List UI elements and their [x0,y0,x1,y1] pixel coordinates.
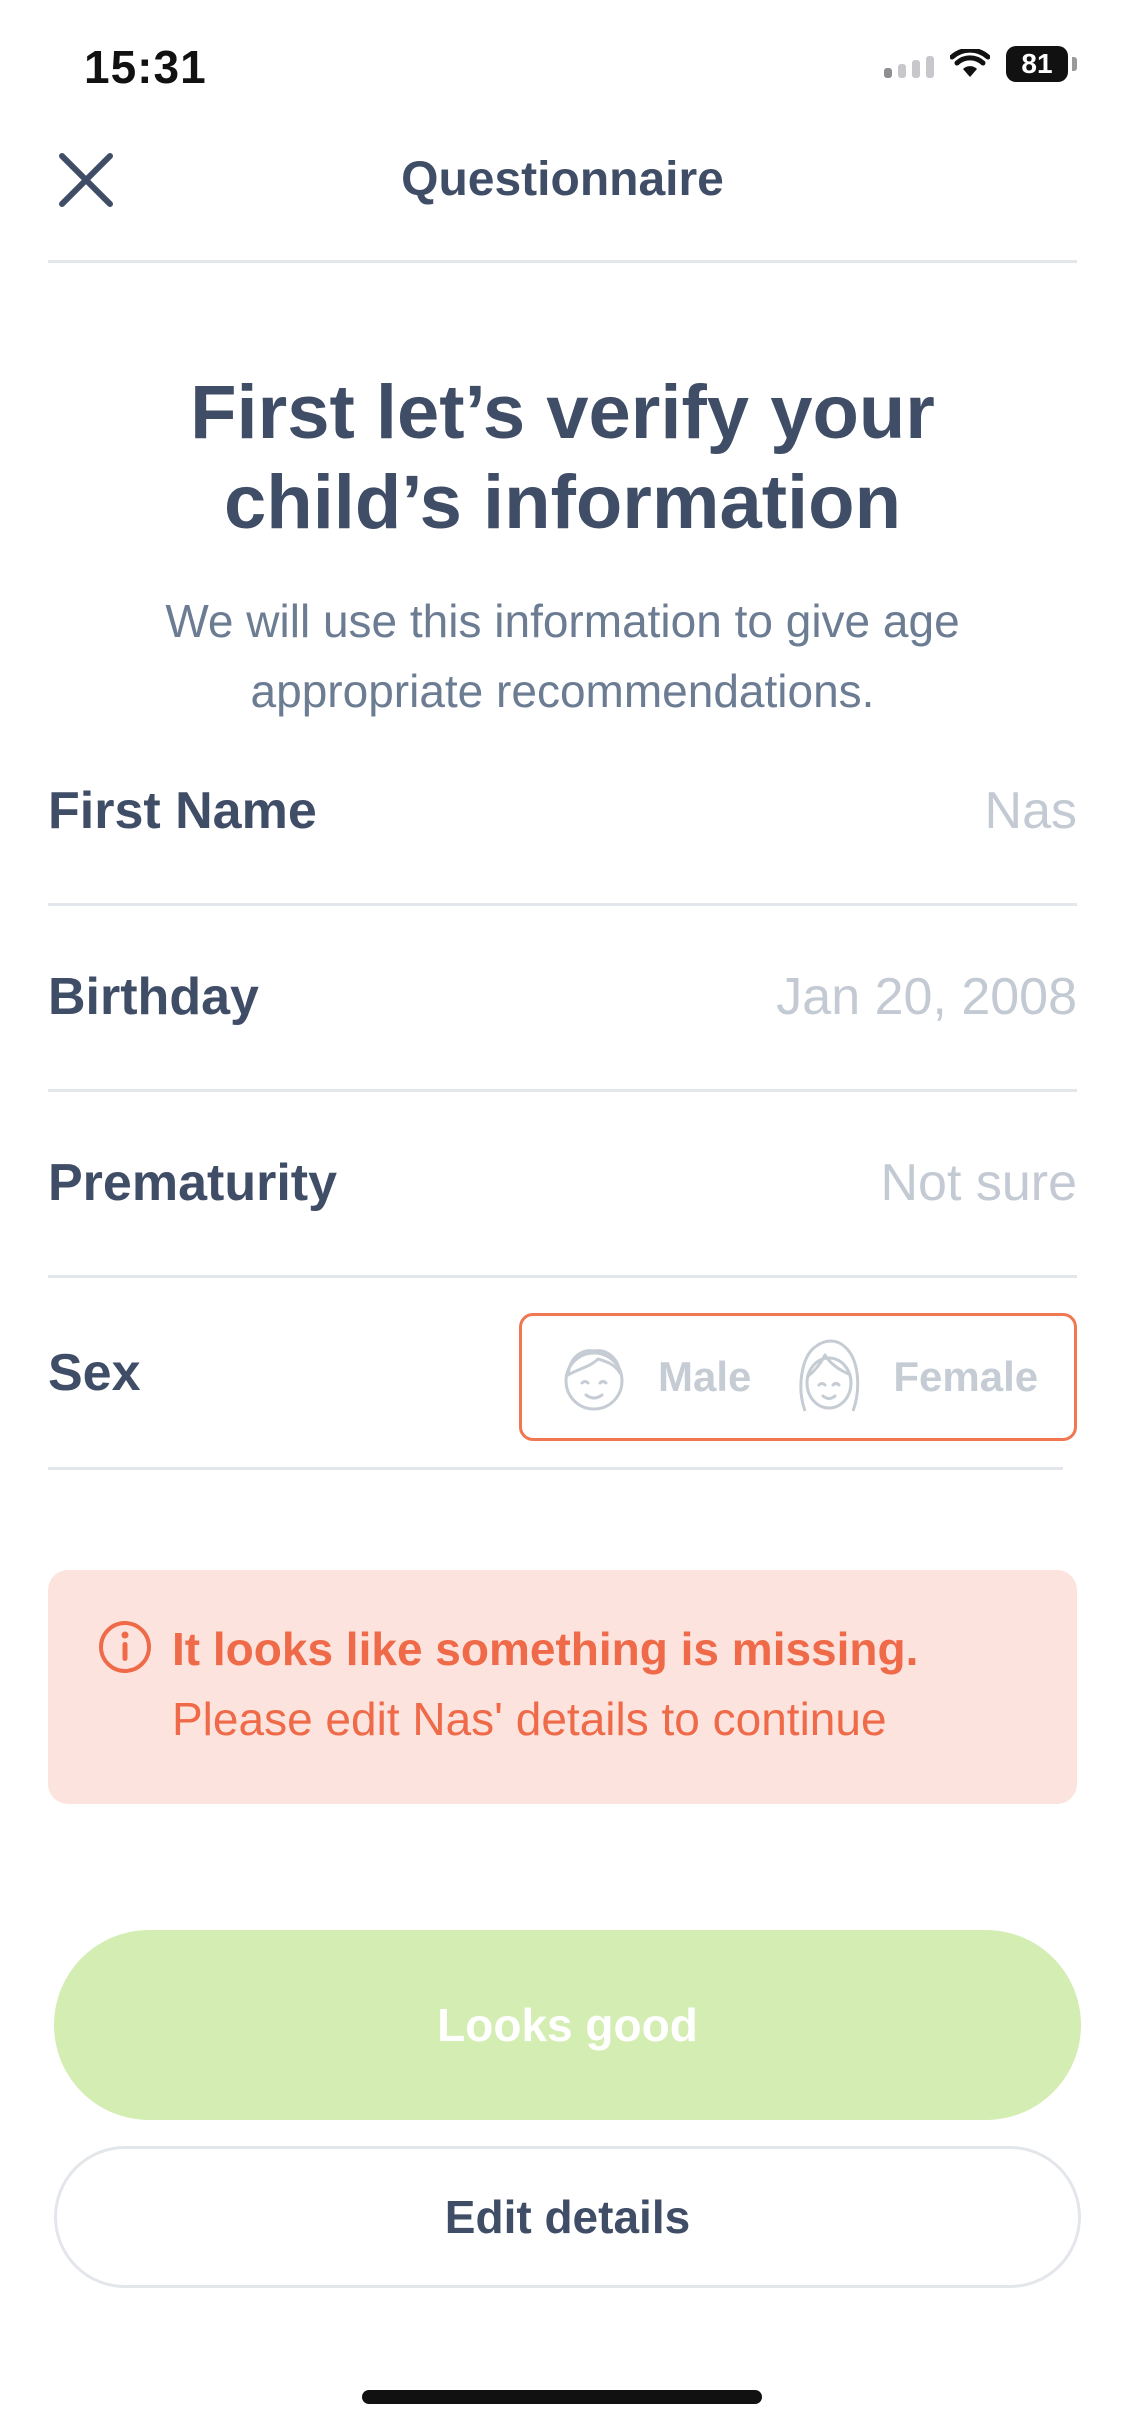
birthday-value[interactable]: Jan 20, 2008 [776,967,1077,1027]
status-icons: 81 [884,46,1077,82]
birthday-row[interactable]: Birthday Jan 20, 2008 [48,906,1077,1092]
signal-icon [884,50,934,78]
page-title: Questionnaire [401,153,724,206]
headline-line-1: First let’s verify your [190,370,935,455]
edit-details-button[interactable]: Edit details [54,2146,1081,2288]
first-name-value[interactable]: Nas [985,781,1077,841]
status-time: 15:31 [84,41,207,93]
sex-option-male[interactable]: Male [522,1316,751,1438]
subtext-line-1: We will use this information to give age [165,595,960,647]
battery-tip [1072,57,1077,71]
subtext: We will use this information to give age… [90,586,1035,726]
headline: First let’s verify your child’s informat… [80,368,1045,548]
first-name-row[interactable]: First Name Nas [48,720,1077,906]
first-name-label: First Name [48,782,317,840]
headline-line-2: child’s information [224,460,901,545]
sex-option-female-label: Female [893,1353,1039,1400]
alert-title: It looks like something is missing. [172,1623,919,1675]
sex-selector: Male Female [519,1313,1077,1441]
girl-face-icon [799,1339,860,1412]
boy-face-icon [564,1349,624,1411]
info-icon [99,1621,151,1673]
prematurity-value[interactable]: Not sure [880,1153,1077,1213]
sex-option-female[interactable]: Female [751,1316,1038,1438]
header-divider [48,260,1077,263]
birthday-label: Birthday [48,968,259,1026]
questionnaire-screen: 15:31 81 Questionnaire First let’s verif… [0,0,1125,2436]
missing-info-alert: It looks like something is missing. Plea… [48,1570,1077,1804]
sex-row: Sex Male Female [48,1278,1077,1470]
battery-icon: 81 [1006,46,1068,82]
subtext-line-2: appropriate recommendations. [250,665,875,717]
sex-label: Sex [48,1344,141,1402]
alert-message: Please edit Nas' details to continue [172,1693,887,1745]
prematurity-label: Prematurity [48,1154,337,1212]
prematurity-row[interactable]: Prematurity Not sure [48,1092,1077,1278]
home-indicator[interactable] [362,2390,762,2404]
sex-option-male-label: Male [658,1353,752,1400]
wifi-icon [950,49,990,77]
looks-good-button[interactable]: Looks good [54,1930,1081,2120]
